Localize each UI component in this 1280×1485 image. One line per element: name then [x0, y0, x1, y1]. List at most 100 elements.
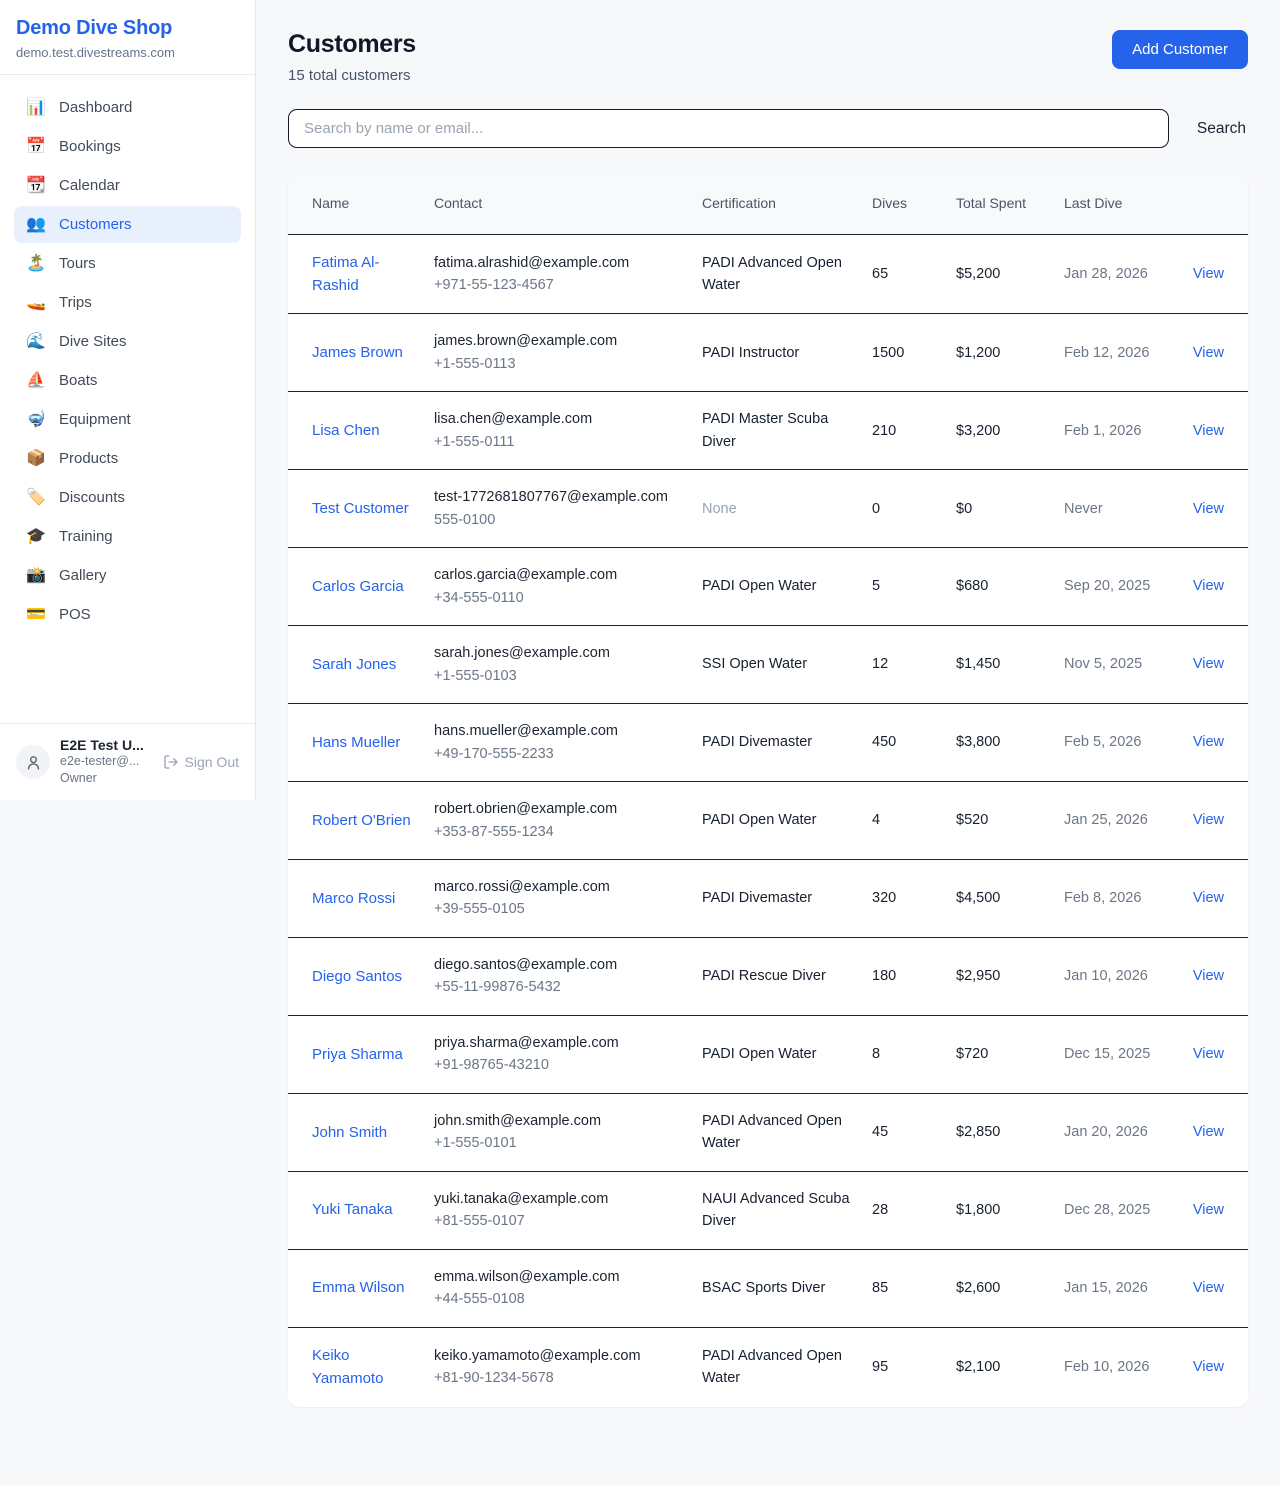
customer-phone: +55-11-99876-5432 [434, 976, 686, 998]
sidebar-item-label: Trips [59, 294, 92, 311]
customer-last-dive: Nov 5, 2025 [1064, 626, 1170, 704]
user-role: Owner [60, 770, 153, 787]
shop-name: Demo Dive Shop [16, 17, 239, 40]
search-button[interactable]: Search [1195, 116, 1248, 142]
discounts-icon: 🏷️ [26, 490, 46, 506]
view-link[interactable]: View [1193, 890, 1224, 906]
customer-dives: 12 [872, 626, 956, 704]
customer-name-link[interactable]: James Brown [312, 344, 403, 361]
customer-name-link[interactable]: Sarah Jones [312, 656, 396, 673]
sidebar-item-equipment[interactable]: 🤿 Equipment [14, 401, 241, 438]
view-link[interactable]: View [1193, 968, 1224, 984]
sidebar-item-bookings[interactable]: 📅 Bookings [14, 128, 241, 165]
view-link[interactable]: View [1193, 1202, 1224, 1218]
sidebar-item-tours[interactable]: 🏝️ Tours [14, 245, 241, 282]
sidebar-item-dashboard[interactable]: 📊 Dashboard [14, 89, 241, 126]
sidebar-item-products[interactable]: 📦 Products [14, 440, 241, 477]
view-link[interactable]: View [1193, 501, 1224, 517]
view-link[interactable]: View [1193, 812, 1224, 828]
page-title: Customers [288, 30, 416, 59]
customer-email: yuki.tanaka@example.com [434, 1188, 686, 1210]
view-link[interactable]: View [1193, 734, 1224, 750]
customer-email: diego.santos@example.com [434, 954, 686, 976]
sidebar-item-gallery[interactable]: 📸 Gallery [14, 557, 241, 594]
customer-dives: 5 [872, 548, 956, 626]
sign-out-icon [163, 754, 179, 770]
sidebar-item-training[interactable]: 🎓 Training [14, 518, 241, 555]
customer-email: john.smith@example.com [434, 1110, 686, 1132]
sidebar-item-label: Dive Sites [59, 333, 127, 350]
table-row: Test Customer test-1772681807767@example… [288, 470, 1248, 548]
sidebar-item-label: Tours [59, 255, 96, 272]
customer-phone: +1-555-0111 [434, 431, 686, 453]
customer-name-link[interactable]: Robert O'Brien [312, 812, 411, 829]
customer-dives: 320 [872, 860, 956, 938]
table-row: Keiko Yamamoto keiko.yamamoto@example.co… [288, 1327, 1248, 1406]
sidebar-item-label: Training [59, 528, 113, 545]
sidebar-item-dive-sites[interactable]: 🌊 Dive Sites [14, 323, 241, 360]
sign-out-button[interactable]: Sign Out [163, 754, 239, 770]
customer-certification: NAUI Advanced Scuba Diver [702, 1171, 872, 1249]
sidebar-item-label: Products [59, 450, 118, 467]
user-box: E2E Test U... e2e-tester@... Owner Sign … [0, 723, 255, 800]
search-input[interactable] [288, 109, 1169, 148]
customer-phone: +353-87-555-1234 [434, 821, 686, 843]
col-header-certification: Certification [702, 172, 872, 234]
customer-dives: 45 [872, 1093, 956, 1171]
customer-name-link[interactable]: Test Customer [312, 500, 409, 517]
customer-email: sarah.jones@example.com [434, 642, 686, 664]
customer-name-link[interactable]: Yuki Tanaka [312, 1201, 393, 1218]
customer-last-dive: Feb 5, 2026 [1064, 704, 1170, 782]
sidebar-item-trips[interactable]: 🚤 Trips [14, 284, 241, 321]
table-row: Priya Sharma priya.sharma@example.com +9… [288, 1015, 1248, 1093]
customer-certification: PADI Divemaster [702, 860, 872, 938]
search-row: Search [288, 109, 1248, 148]
customer-name-link[interactable]: Priya Sharma [312, 1046, 403, 1063]
sidebar-item-label: Equipment [59, 411, 131, 428]
col-header-last-dive: Last Dive [1064, 172, 1170, 234]
user-meta: E2E Test U... e2e-tester@... Owner [60, 737, 153, 787]
user-email: e2e-tester@... [60, 753, 153, 770]
view-link[interactable]: View [1193, 1046, 1224, 1062]
view-link[interactable]: View [1193, 1280, 1224, 1296]
customer-name-link[interactable]: Emma Wilson [312, 1279, 405, 1296]
customer-last-dive: Feb 12, 2026 [1064, 314, 1170, 392]
customer-name-link[interactable]: Carlos Garcia [312, 578, 404, 595]
sidebar-item-boats[interactable]: ⛵ Boats [14, 362, 241, 399]
sidebar-item-calendar[interactable]: 📆 Calendar [14, 167, 241, 204]
customer-certification: PADI Rescue Diver [702, 937, 872, 1015]
customer-phone: +81-555-0107 [434, 1210, 686, 1232]
view-link[interactable]: View [1193, 266, 1224, 282]
customer-dives: 8 [872, 1015, 956, 1093]
view-link[interactable]: View [1193, 1124, 1224, 1140]
customer-name-link[interactable]: Keiko Yamamoto [312, 1347, 383, 1387]
view-link[interactable]: View [1193, 578, 1224, 594]
customer-name-link[interactable]: Hans Mueller [312, 734, 400, 751]
customer-certification: PADI Open Water [702, 782, 872, 860]
customer-email: test-1772681807767@example.com [434, 486, 686, 508]
sidebar-item-label: POS [59, 606, 91, 623]
customer-phone: +49-170-555-2233 [434, 743, 686, 765]
customer-total-spent: $2,950 [956, 937, 1064, 1015]
col-header-actions [1170, 172, 1248, 234]
customer-total-spent: $2,600 [956, 1249, 1064, 1327]
view-link[interactable]: View [1193, 656, 1224, 672]
customer-total-spent: $0 [956, 470, 1064, 548]
view-link[interactable]: View [1193, 345, 1224, 361]
customer-dives: 95 [872, 1327, 956, 1406]
customer-name-link[interactable]: Fatima Al-Rashid [312, 254, 380, 294]
customer-name-link[interactable]: John Smith [312, 1124, 387, 1141]
customer-name-link[interactable]: Lisa Chen [312, 422, 380, 439]
sidebar-item-pos[interactable]: 💳 POS [14, 596, 241, 633]
customer-name-link[interactable]: Diego Santos [312, 968, 402, 985]
view-link[interactable]: View [1193, 423, 1224, 439]
sidebar-item-label: Discounts [59, 489, 125, 506]
customer-certification: PADI Instructor [702, 314, 872, 392]
sidebar-item-customers[interactable]: 👥 Customers [14, 206, 241, 243]
add-customer-button[interactable]: Add Customer [1112, 30, 1248, 69]
view-link[interactable]: View [1193, 1359, 1224, 1375]
sidebar-item-discounts[interactable]: 🏷️ Discounts [14, 479, 241, 516]
customer-certification: BSAC Sports Diver [702, 1249, 872, 1327]
customer-name-link[interactable]: Marco Rossi [312, 890, 395, 907]
boats-icon: ⛵ [26, 373, 46, 389]
